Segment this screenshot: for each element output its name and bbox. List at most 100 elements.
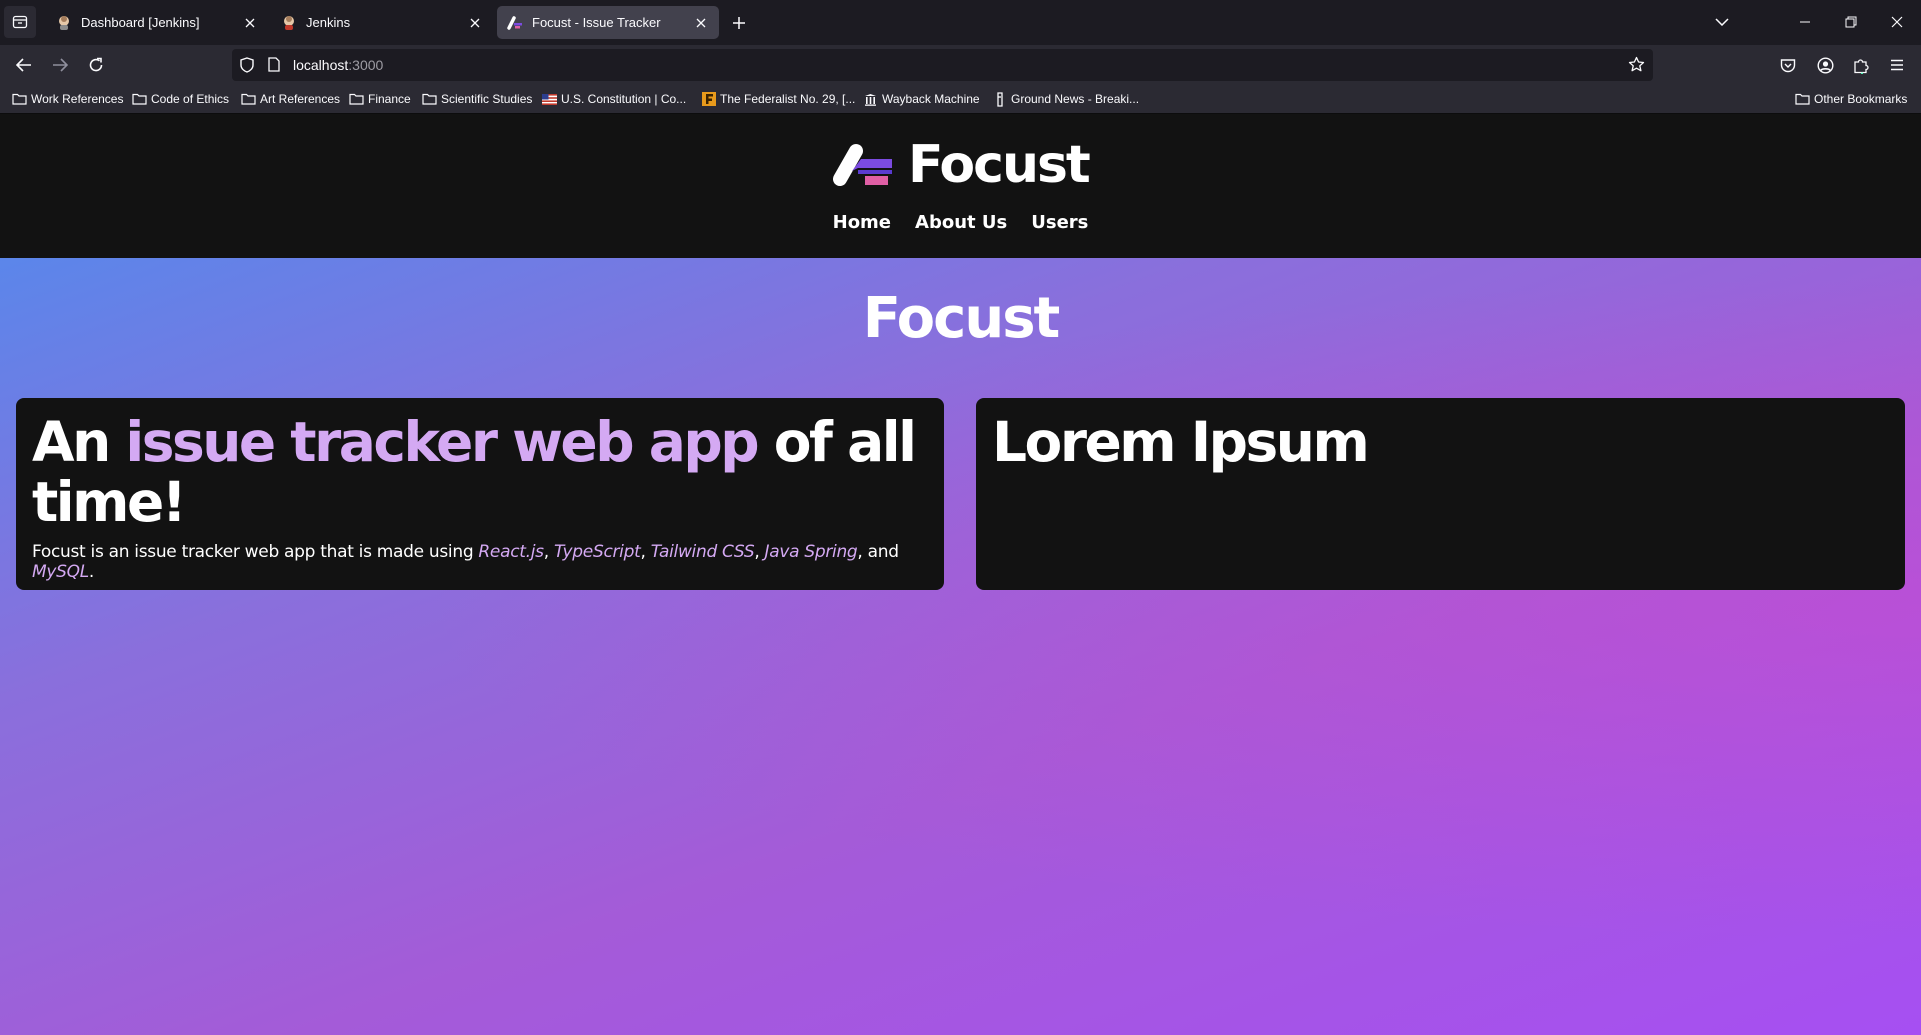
hero-section: Focust An issue tracker web app of all t… — [0, 258, 1921, 1035]
bookmark-label: Wayback Machine — [882, 92, 980, 106]
desc-separator: , and — [857, 542, 899, 562]
url-text[interactable]: localhost:3000 — [293, 57, 383, 73]
bookmark-wayback-machine[interactable]: Wayback Machine — [863, 90, 980, 108]
bookmark-ground-news[interactable]: Ground News - Breaki... — [992, 90, 1139, 108]
bookmark-scientific-studies[interactable]: Scientific Studies — [422, 90, 532, 108]
intro-description: Focust is an issue tracker web app that … — [32, 542, 928, 582]
tech-typescript: TypeScript — [553, 542, 641, 562]
page-content: Focust Home About Us Users Focust An iss… — [0, 114, 1921, 1035]
url-host: localhost — [293, 57, 349, 73]
focust-logo-icon — [833, 144, 892, 186]
restore-button[interactable] — [1836, 8, 1866, 36]
site-header: Focust Home About Us Users — [0, 114, 1921, 258]
desc-pre: Focust is an issue tracker web app that … — [32, 542, 479, 562]
account-button[interactable] — [1814, 54, 1836, 76]
bookmark-art-references[interactable]: Art References — [241, 90, 340, 108]
tab-bar: Dashboard [Jenkins] Jenkins Focust - Iss… — [0, 0, 1921, 45]
tracking-shield-icon[interactable] — [240, 57, 254, 78]
account-icon — [1816, 56, 1834, 74]
bookmark-label: The Federalist No. 29, [... — [720, 92, 856, 106]
heading-pre: An — [32, 410, 126, 474]
minimize-button[interactable] — [1790, 8, 1820, 36]
federalist-f-icon — [701, 92, 716, 106]
tech-react: React.js — [478, 542, 544, 562]
hero-glow — [0, 258, 1921, 1035]
tab-title: Focust - Issue Tracker — [532, 15, 661, 30]
navigation-toolbar: localhost:3000 — [0, 45, 1921, 85]
restore-icon — [1845, 16, 1857, 28]
reload-icon — [89, 57, 103, 72]
bookmark-work-references[interactable]: Work References — [12, 90, 123, 108]
back-button[interactable] — [10, 51, 38, 79]
intro-heading: An issue tracker web app of all time! — [32, 412, 928, 532]
nav-link-users[interactable]: Users — [1031, 212, 1088, 233]
jenkins-icon — [56, 15, 72, 31]
wayback-icon — [863, 92, 878, 106]
folder-icon — [422, 92, 437, 106]
close-window-button[interactable] — [1882, 8, 1912, 36]
bookmark-label: U.S. Constitution | Co... — [561, 92, 687, 106]
folder-icon — [12, 92, 27, 106]
firefox-view-button[interactable] — [4, 6, 36, 38]
bookmark-us-constitution[interactable]: U.S. Constitution | Co... — [542, 90, 686, 108]
plus-icon — [733, 17, 745, 29]
pocket-button[interactable] — [1777, 54, 1799, 76]
tech-java-spring: Java Spring — [764, 542, 858, 562]
nav-link-home[interactable]: Home — [833, 212, 891, 233]
new-tab-button[interactable] — [726, 10, 752, 36]
jenkins-icon — [281, 15, 297, 31]
reload-button[interactable] — [82, 51, 110, 79]
bookmark-label: Scientific Studies — [441, 92, 533, 106]
close-icon — [1891, 16, 1903, 28]
close-tab-icon[interactable] — [693, 15, 709, 31]
extensions-button[interactable] — [1850, 54, 1872, 76]
arrow-right-icon — [53, 58, 68, 72]
brand-name: Focust — [908, 135, 1091, 195]
menu-button[interactable] — [1886, 54, 1908, 76]
tab-dashboard-jenkins[interactable]: Dashboard [Jenkins] — [46, 6, 268, 39]
other-bookmarks[interactable]: Other Bookmarks — [1795, 90, 1907, 108]
intro-card: An issue tracker web app of all time! Fo… — [16, 398, 944, 590]
forward-button[interactable] — [46, 51, 74, 79]
arrow-left-icon — [16, 58, 31, 72]
desc-separator: , — [543, 542, 554, 562]
page-info-icon[interactable] — [268, 57, 280, 77]
pocket-icon — [1780, 58, 1796, 72]
bookmarks-toolbar: Work References Code of Ethics Art Refer… — [0, 85, 1921, 114]
us-flag-icon — [542, 92, 557, 106]
bookmark-label: Other Bookmarks — [1814, 92, 1908, 106]
desc-end: . — [88, 562, 94, 582]
folder-icon — [241, 92, 256, 106]
url-bar[interactable]: localhost:3000 — [232, 49, 1653, 81]
list-all-tabs-button[interactable] — [1707, 8, 1737, 36]
bookmark-star-icon[interactable] — [1628, 56, 1645, 78]
bookmark-label: Ground News - Breaki... — [1011, 92, 1140, 106]
tab-focust[interactable]: Focust - Issue Tracker — [497, 6, 719, 39]
close-tab-icon[interactable] — [467, 15, 483, 31]
tab-jenkins[interactable]: Jenkins — [271, 6, 493, 39]
folder-icon — [1795, 92, 1810, 106]
lorem-card: Lorem Ipsum — [976, 398, 1905, 590]
bookmark-label: Art References — [260, 92, 341, 106]
close-tab-icon[interactable] — [242, 15, 258, 31]
bookmark-label: Finance — [368, 92, 411, 106]
brand[interactable]: Focust — [830, 135, 1091, 195]
tech-mysql: MySQL — [32, 562, 89, 582]
main-nav: Home About Us Users — [0, 212, 1921, 233]
folder-icon — [132, 92, 147, 106]
chevron-down-icon — [1715, 18, 1729, 26]
desc-separator: , — [754, 542, 765, 562]
hamburger-menu-icon — [1891, 59, 1903, 71]
firefox-view-icon — [12, 15, 28, 29]
puzzle-icon — [1854, 58, 1869, 74]
tab-title: Jenkins — [306, 15, 351, 30]
ground-news-icon — [992, 91, 1007, 107]
bookmark-label: Code of Ethics — [151, 92, 230, 106]
bookmark-finance[interactable]: Finance — [349, 90, 411, 108]
nav-link-about-us[interactable]: About Us — [915, 212, 1007, 233]
tech-tailwind: Tailwind CSS — [650, 542, 755, 562]
minimize-icon — [1800, 21, 1810, 23]
bookmark-code-of-ethics[interactable]: Code of Ethics — [132, 90, 229, 108]
url-port: :3000 — [348, 57, 384, 73]
bookmark-federalist-29[interactable]: The Federalist No. 29, [... — [701, 90, 855, 108]
